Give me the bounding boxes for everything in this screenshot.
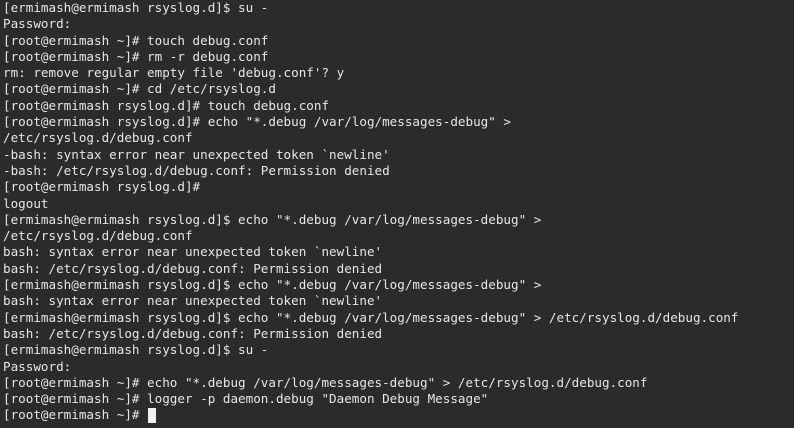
- shell-prompt: [root@ermimash ~]#: [3, 407, 148, 423]
- terminal-line: /etc/rsyslog.d/debug.conf: [3, 228, 193, 244]
- terminal-line: [root@ermimash rsyslog.d]# touch debug.c…: [3, 97, 330, 113]
- terminal-line: [root@ermimash ~]# cd /etc/rsyslog.d: [3, 81, 276, 97]
- terminal-line: rm: remove regular empty file 'debug.con…: [3, 65, 345, 81]
- terminal-line: [root@ermimash ~]# touch debug.conf: [3, 32, 269, 48]
- terminal-line: [root@ermimash ~]# rm -r debug.conf: [3, 48, 269, 64]
- terminal-line: bash: syntax error near unexpected token…: [3, 244, 383, 260]
- terminal-line: [ermimash@ermimash rsyslog.d]$ su -: [3, 0, 269, 15]
- terminal-line: -bash: /etc/rsyslog.d/debug.conf: Permis…: [3, 162, 390, 178]
- terminal-line: [ermimash@ermimash rsyslog.d]$ echo "*.d…: [3, 211, 542, 227]
- terminal-line: [root@ermimash ~]# echo "*.debug /var/lo…: [3, 374, 648, 390]
- terminal-line: Password:: [3, 358, 72, 374]
- terminal-line: logout: [3, 195, 49, 211]
- terminal-line: [root@ermimash rsyslog.d]# echo "*.debug…: [3, 114, 511, 130]
- terminal-line: [root@ermimash ~]# logger -p daemon.debu…: [3, 391, 489, 407]
- terminal-input-line[interactable]: [root@ermimash ~]#: [3, 407, 794, 424]
- terminal-line: bash: syntax error near unexpected token…: [3, 293, 383, 309]
- text-cursor: [148, 408, 157, 424]
- terminal-line: /etc/rsyslog.d/debug.conf: [3, 130, 193, 146]
- terminal-line: -bash: syntax error near unexpected toke…: [3, 146, 390, 162]
- terminal-line: bash: /etc/rsyslog.d/debug.conf: Permiss…: [3, 325, 383, 341]
- terminal-line: [root@ermimash rsyslog.d]#: [3, 179, 201, 195]
- terminal-line: [ermimash@ermimash rsyslog.d]$ su -: [3, 342, 269, 358]
- terminal-line: Password:: [3, 16, 72, 32]
- terminal-line: [ermimash@ermimash rsyslog.d]$ echo "*.d…: [3, 309, 739, 325]
- terminal-line: [ermimash@ermimash rsyslog.d]$ echo "*.d…: [3, 277, 542, 293]
- terminal-line: bash: /etc/rsyslog.d/debug.conf: Permiss…: [3, 260, 383, 276]
- terminal-window[interactable]: [ermimash@ermimash rsyslog.d]$ su - Pass…: [0, 0, 794, 428]
